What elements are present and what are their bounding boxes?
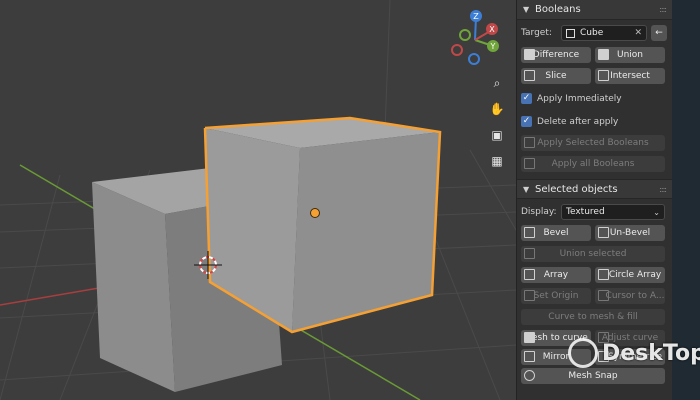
drag-grip-icon[interactable]: :::: — [659, 5, 667, 14]
mesh-to-curve-button[interactable]: Mesh to curve — [521, 330, 591, 346]
apply-immediately-label: Apply Immediately — [537, 93, 622, 104]
mirror-button[interactable]: Mirror — [521, 349, 591, 365]
bevel-label: Bevel — [543, 228, 569, 238]
target-field[interactable]: Cube ✕ — [561, 25, 647, 41]
gizmo-y-label: Y — [490, 42, 496, 51]
circle-array-button[interactable]: Circle Array — [595, 267, 665, 283]
object-origin — [310, 208, 320, 218]
apply-icon — [524, 137, 535, 148]
union-button[interactable]: Union — [595, 47, 665, 63]
snap-icon — [524, 370, 535, 381]
set-origin-label: Set Origin — [533, 291, 579, 301]
navigation-gizmo[interactable]: Z X Y — [446, 8, 504, 66]
collapse-triangle-icon[interactable]: ▼ — [523, 5, 535, 14]
intersect-icon — [598, 70, 609, 81]
difference-icon — [524, 49, 535, 60]
delete-after-apply-checkbox[interactable]: ✓ Delete after apply — [517, 116, 672, 127]
circle-array-icon — [598, 269, 609, 280]
curve-to-mesh-button[interactable]: Curve to mesh & fill — [521, 309, 665, 325]
curve-icon — [598, 332, 609, 343]
slice-label: Slice — [545, 71, 567, 81]
3d-viewport[interactable]: Z X Y ⌕ ✋ ▣ ▦ — [0, 0, 516, 400]
neg-z-icon[interactable] — [468, 53, 480, 65]
array-icon — [524, 269, 535, 280]
selected-cube[interactable] — [203, 116, 442, 334]
booleans-panel-header[interactable]: ▼ Booleans :::: — [517, 0, 672, 20]
arrow-left-icon: ← — [655, 28, 663, 38]
origin-icon — [524, 290, 535, 301]
cursor-icon — [598, 290, 609, 301]
object-icon — [566, 28, 575, 38]
mesh-snap-button[interactable]: Mesh Snap — [521, 368, 665, 384]
delete-after-apply-label: Delete after apply — [537, 116, 619, 127]
intersect-button[interactable]: Intersect — [595, 68, 665, 84]
sidebar-panel: ▼ Booleans :::: Target: Cube ✕ ← Differe… — [516, 0, 672, 400]
difference-button[interactable]: Difference — [521, 47, 591, 63]
apply-immediately-checkbox[interactable]: ✓ Apply Immediately — [517, 93, 672, 104]
eyedropper-button[interactable]: ← — [651, 25, 667, 41]
bevel-button[interactable]: Bevel — [521, 225, 591, 241]
symmetrize-button[interactable]: Symmetrize — [595, 349, 665, 365]
mesh-icon — [524, 332, 535, 343]
clear-icon[interactable]: ✕ — [634, 28, 642, 38]
display-label: Display: — [521, 207, 557, 217]
apply-all-label: Apply all Booleans — [551, 159, 635, 169]
difference-label: Difference — [532, 50, 580, 60]
apply-icon — [524, 158, 535, 169]
intersect-label: Intersect — [610, 71, 650, 81]
slice-button[interactable]: Slice — [521, 68, 591, 84]
panel-title: Booleans — [535, 4, 581, 15]
cursor-to-button[interactable]: Cursor to A... — [595, 288, 665, 304]
selected-objects-panel-header[interactable]: ▼ Selected objects :::: — [517, 179, 672, 199]
bevel-icon — [524, 227, 535, 238]
target-label: Target: — [521, 28, 552, 38]
mirror-icon — [524, 351, 535, 362]
apply-all-booleans-button[interactable]: Apply all Booleans — [521, 156, 665, 172]
symmetrize-icon — [598, 351, 609, 362]
array-label: Array — [543, 270, 569, 280]
scene-render — [0, 0, 516, 400]
union-selected-label: Union selected — [559, 249, 627, 259]
adjust-curve-button[interactable]: Adjust curve — [595, 330, 665, 346]
mirror-label: Mirror — [542, 352, 570, 362]
neg-x-icon[interactable] — [451, 44, 463, 56]
apply-selected-label: Apply Selected Booleans — [537, 138, 649, 148]
array-button[interactable]: Array — [521, 267, 591, 283]
panel-title: Selected objects — [535, 183, 618, 195]
collapse-triangle-icon[interactable]: ▼ — [523, 185, 535, 194]
grid-perspective-icon[interactable]: ▦ — [486, 150, 508, 172]
unbevel-button[interactable]: Un-Bevel — [595, 225, 665, 241]
hand-pan-icon[interactable]: ✋ — [486, 98, 508, 120]
chevron-down-icon: ⌄ — [653, 207, 660, 217]
checkmark-icon: ✓ — [521, 93, 532, 104]
union-selected-button[interactable]: Union selected — [521, 246, 665, 262]
neg-y-icon[interactable] — [459, 29, 471, 41]
drag-grip-icon[interactable]: :::: — [659, 185, 667, 194]
apply-selected-booleans-button[interactable]: Apply Selected Booleans — [521, 135, 665, 151]
checkmark-icon: ✓ — [521, 116, 532, 127]
curve-to-mesh-label: Curve to mesh & fill — [548, 312, 638, 322]
unbevel-icon — [598, 227, 609, 238]
mesh-snap-label: Mesh Snap — [568, 371, 618, 381]
zoom-icon[interactable]: ⌕ — [486, 72, 508, 94]
union-label: Union — [616, 50, 643, 60]
union-icon — [598, 49, 609, 60]
gizmo-z-label: Z — [473, 12, 479, 21]
slice-icon — [524, 70, 535, 81]
unbevel-label: Un-Bevel — [609, 228, 651, 238]
union-icon — [524, 248, 535, 259]
adjust-curve-label: Adjust curve — [601, 333, 659, 343]
window-edge — [672, 0, 700, 400]
set-origin-button[interactable]: Set Origin — [521, 288, 591, 304]
gizmo-x-label: X — [489, 25, 495, 34]
display-dropdown[interactable]: Textured ⌄ — [561, 204, 665, 220]
camera-icon[interactable]: ▣ — [486, 124, 508, 146]
target-value: Cube — [580, 28, 604, 38]
display-value: Textured — [566, 207, 605, 217]
